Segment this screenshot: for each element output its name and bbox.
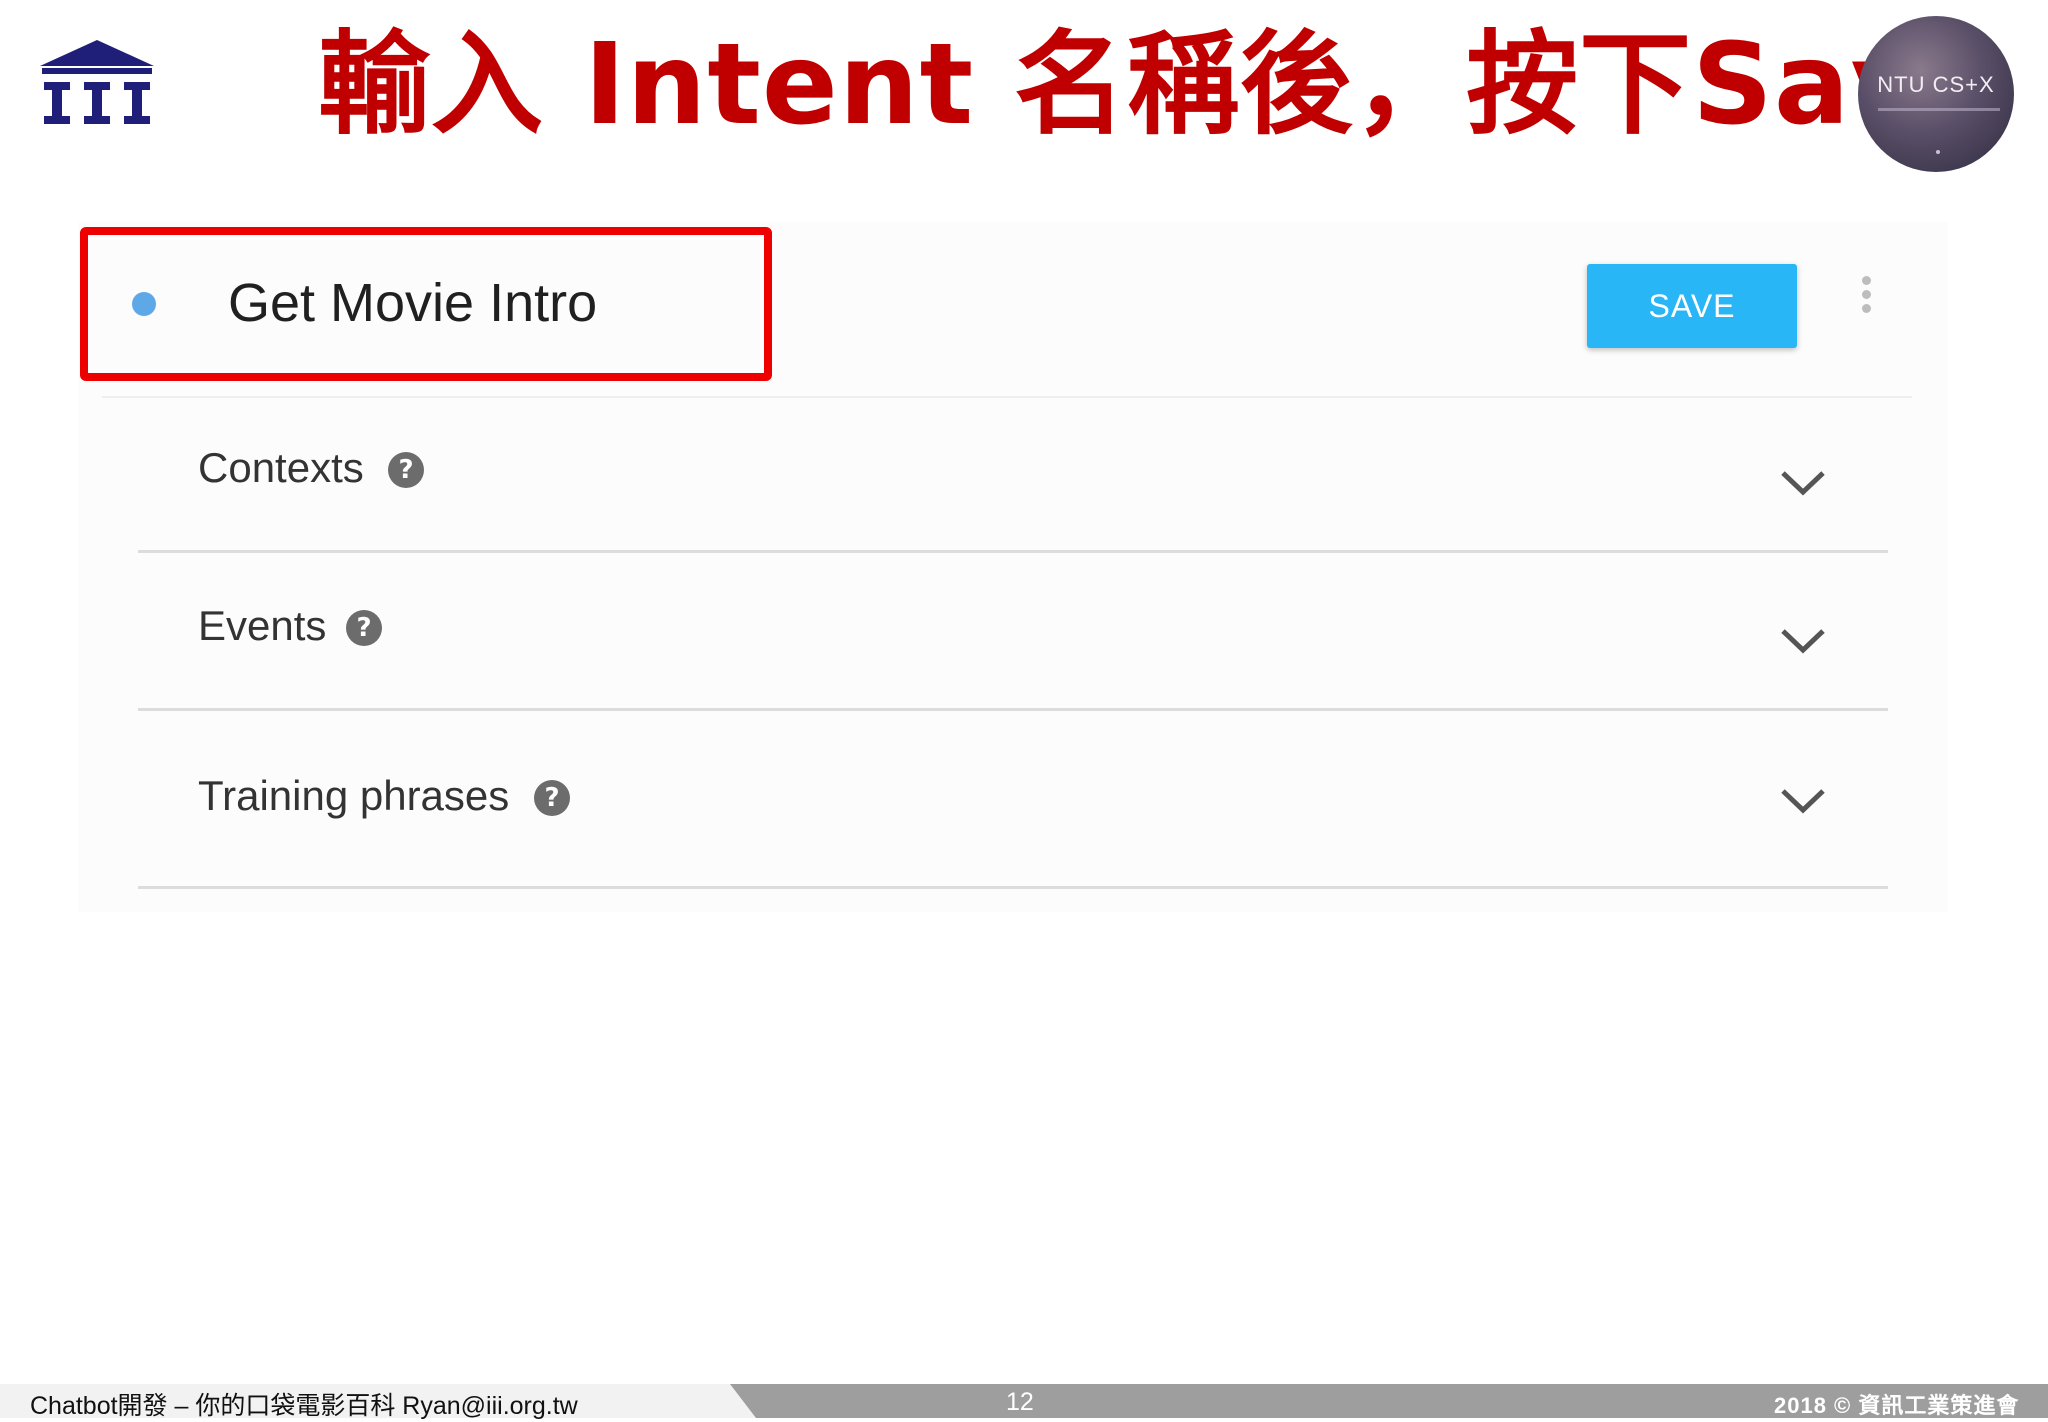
institute-logo — [40, 40, 154, 124]
chevron-down-icon[interactable] — [1778, 784, 1828, 816]
help-icon[interactable]: ? — [388, 452, 424, 488]
badge-subtitle-line — [1878, 108, 2000, 111]
section-label-contexts: Contexts — [198, 444, 364, 491]
ntu-csx-badge: NTU CS+X — [1858, 16, 2014, 172]
help-icon[interactable]: ? — [534, 780, 570, 816]
section-divider — [138, 886, 1888, 889]
section-label-events: Events — [198, 602, 327, 649]
chevron-down-icon[interactable] — [1778, 624, 1828, 656]
footer-course-text: Chatbot開發 – 你的口袋電影百科 Ryan@iii.org.tw — [30, 1392, 578, 1420]
section-divider — [138, 550, 1888, 553]
header-divider — [102, 396, 1912, 398]
footer-copyright: 2018 © 資訊工業策進會 — [1774, 1393, 2020, 1418]
chevron-down-icon[interactable] — [1778, 466, 1828, 498]
highlight-box — [80, 227, 772, 381]
help-icon[interactable]: ? — [346, 610, 382, 646]
slide-footer: Chatbot開發 – 你的口袋電影百科 Ryan@iii.org.tw 12 … — [0, 1384, 2048, 1420]
section-events[interactable]: Events ? — [138, 588, 1888, 712]
badge-text: NTU CS+X — [1877, 72, 1995, 97]
more-vert-icon[interactable] — [1856, 276, 1876, 322]
section-divider — [138, 708, 1888, 711]
badge-dot — [1936, 150, 1940, 154]
section-label-training-phrases: Training phrases — [198, 772, 510, 819]
slide-title: 輸入 Intent 名稱後，按下Save — [318, 20, 2002, 150]
save-button[interactable]: SAVE — [1587, 264, 1797, 348]
section-training-phrases[interactable]: Training phrases ? — [138, 752, 1888, 892]
section-contexts[interactable]: Contexts ? — [138, 430, 1888, 554]
page-number: 12 — [1006, 1388, 1034, 1416]
